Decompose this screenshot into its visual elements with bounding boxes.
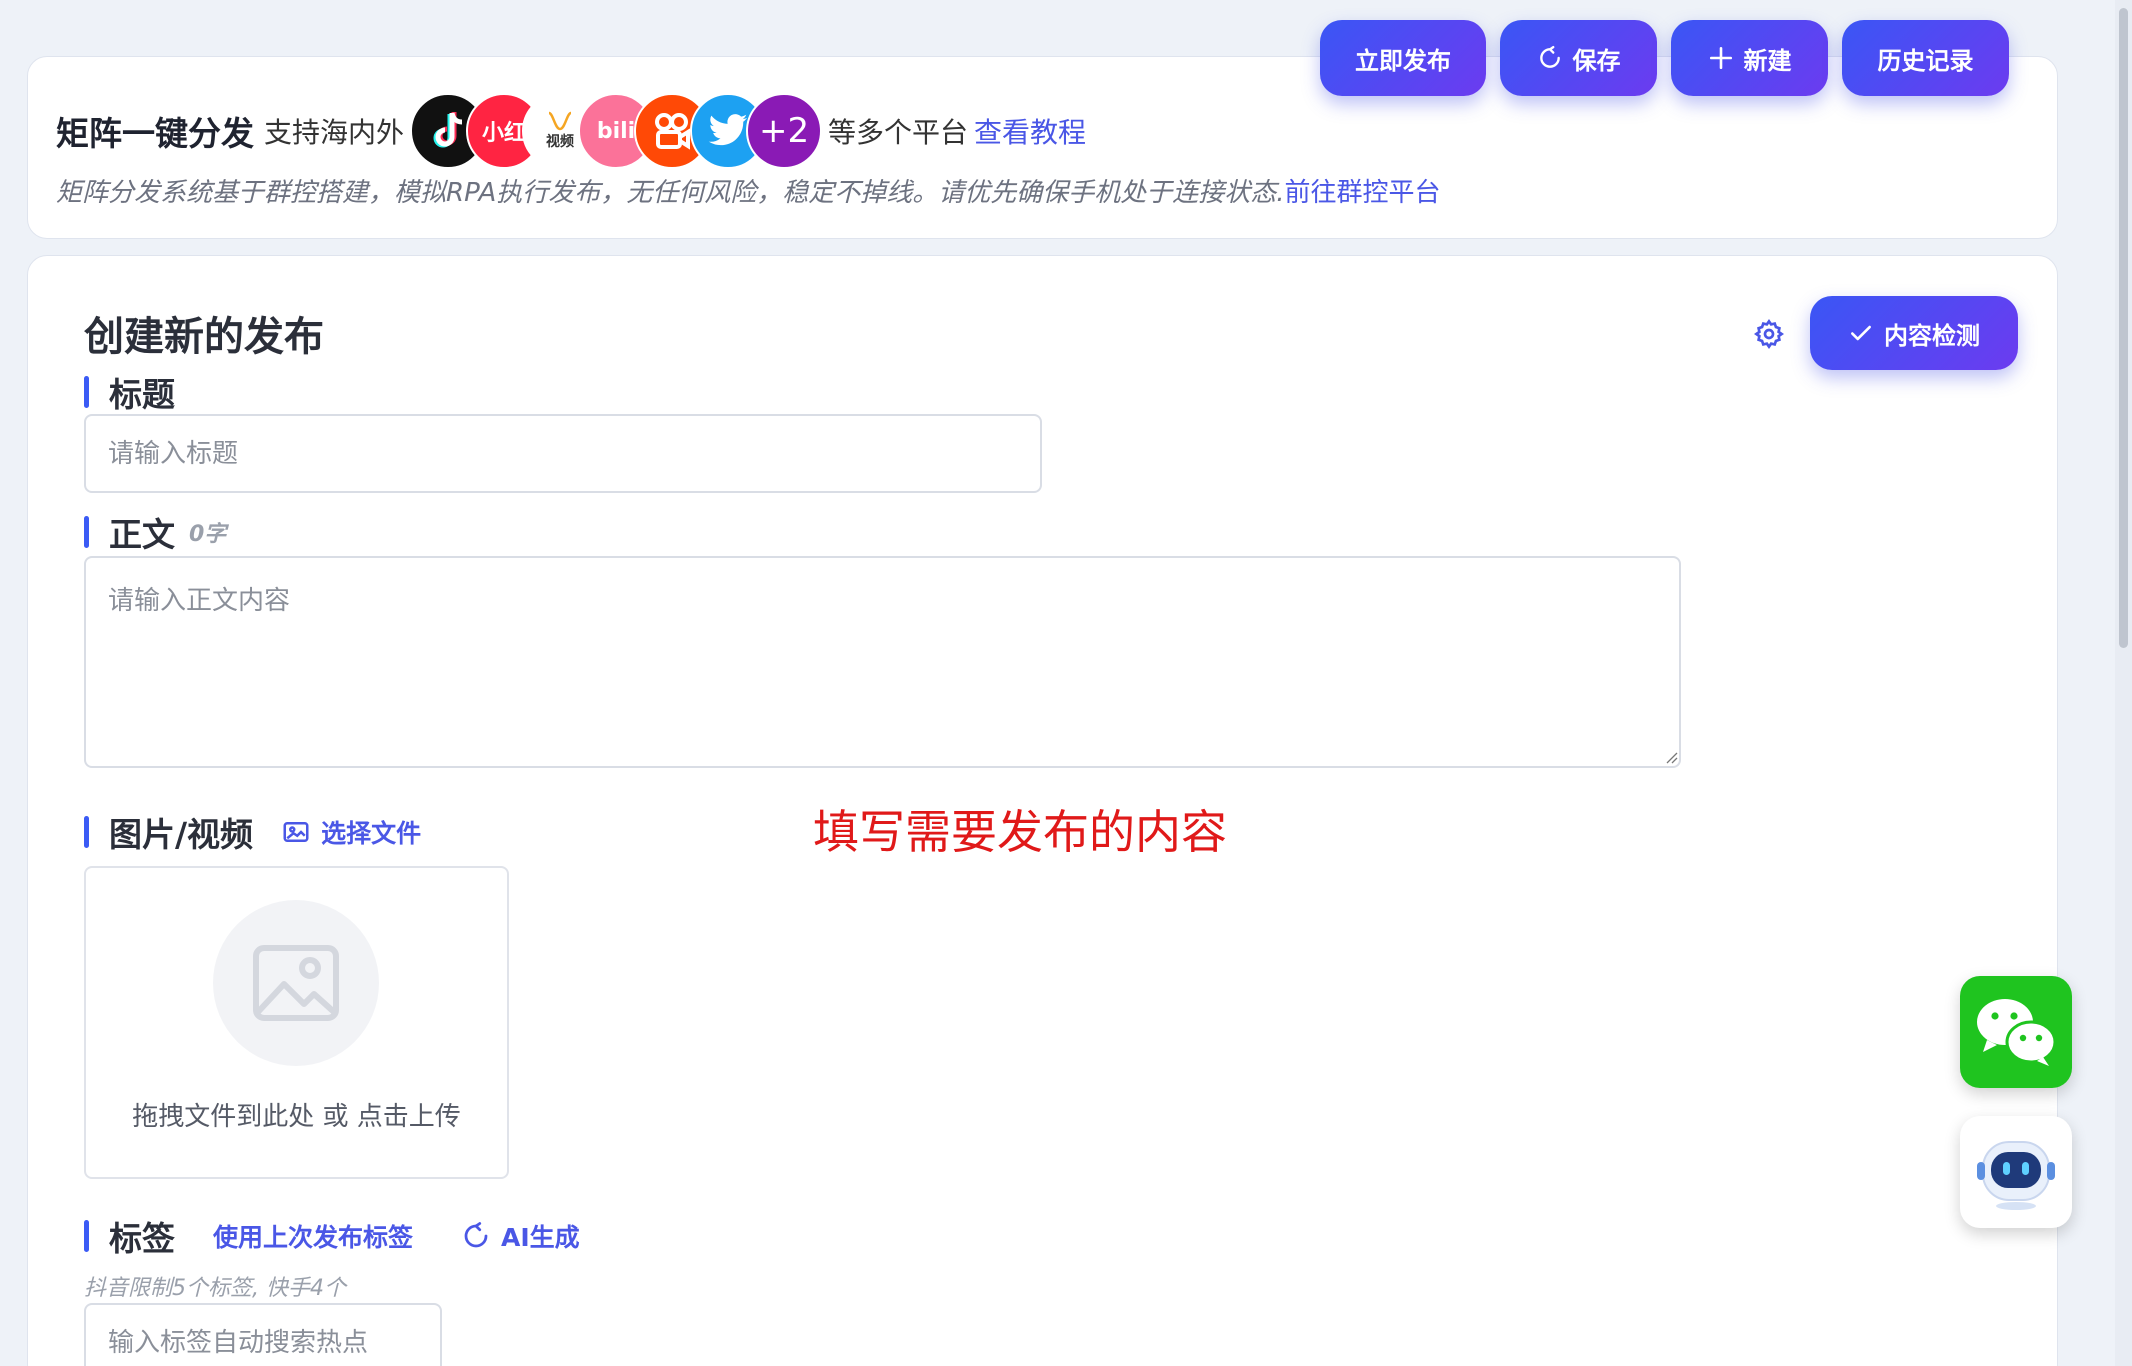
content-check-label: 内容检测 <box>1884 321 1980 350</box>
new-label: 新建 <box>1743 46 1792 75</box>
bilibili-label: bili <box>596 118 636 144</box>
page-scrollbar[interactable] <box>2115 0 2132 1366</box>
title-label: 标题 <box>109 375 175 414</box>
section-marker <box>84 516 89 548</box>
group-control-link[interactable]: 前往群控平台 <box>1285 178 1441 208</box>
select-file-label: 选择文件 <box>321 819 422 848</box>
title-input[interactable] <box>84 414 1042 493</box>
platform-icons: 小红 视频 bili +2 <box>410 93 823 169</box>
tags-input[interactable] <box>84 1303 442 1366</box>
upload-dropzone[interactable]: 拖拽文件到此处 或 点击上传 <box>84 866 509 1179</box>
channels-label: 视频 <box>546 134 575 150</box>
top-action-bar: 立即发布 保存 新建 历史记录 <box>1320 20 2009 96</box>
body-char-count: 0字 <box>189 522 227 547</box>
body-textarea[interactable] <box>84 556 1681 768</box>
annotation-text: 填写需要发布的内容 <box>813 805 1227 859</box>
robot-icon <box>1977 1141 2055 1210</box>
section-marker <box>84 816 89 848</box>
intro-description-text: 矩阵分发系统基于群控搭建，模拟RPA执行发布，无任何风险，稳定不掉线。请优先确保… <box>56 178 1285 208</box>
body-section-label: 正文 0字 <box>84 508 226 556</box>
upload-hint: 拖拽文件到此处 或 点击上传 <box>132 1102 461 1132</box>
check-icon <box>1851 325 1871 341</box>
save-label: 保存 <box>1572 46 1621 75</box>
support-prefix: 支持海内外 <box>264 116 405 149</box>
history-label: 历史记录 <box>1877 46 1974 75</box>
image-icon <box>283 822 309 842</box>
ai-generate-label: AI生成 <box>501 1223 580 1252</box>
wechat-icon <box>1977 999 2057 1066</box>
wechat-button[interactable] <box>1960 976 2072 1088</box>
history-button[interactable]: 历史记录 <box>1842 20 2009 96</box>
media-section-label: 图片/视频 选择文件 <box>84 808 421 856</box>
gear-icon[interactable] <box>1753 318 1785 350</box>
intro-line: 矩阵一键分发 支持海内外 小红 视频 bili +2 等多个平台 查看教程 <box>56 91 1086 171</box>
title-section-label: 标题 <box>84 368 175 416</box>
publish-now-label: 立即发布 <box>1355 46 1451 75</box>
publish-now-button[interactable]: 立即发布 <box>1320 20 1486 96</box>
more-platforms-label: +2 <box>758 111 810 151</box>
plus-icon <box>1709 46 1732 70</box>
more-platforms-badge: +2 <box>746 93 823 169</box>
tags-label: 标签 <box>109 1219 175 1258</box>
intro-title: 矩阵一键分发 <box>56 114 254 153</box>
assistant-bot-button[interactable] <box>1960 1116 2072 1228</box>
refresh-icon <box>1539 45 1560 68</box>
body-label: 正文 <box>109 515 175 554</box>
intro-description: 矩阵分发系统基于群控搭建，模拟RPA执行发布，无任何风险，稳定不掉线。请优先确保… <box>56 172 1441 209</box>
image-placeholder-icon <box>253 945 339 1021</box>
xiaohongshu-label: 小红 <box>482 121 527 146</box>
tags-section-label: 标签 使用上次发布标签 AI生成 <box>84 1212 580 1260</box>
section-marker <box>84 1220 89 1252</box>
scrollbar-thumb[interactable] <box>2119 8 2128 648</box>
ai-generate-button[interactable]: AI生成 <box>461 1218 580 1254</box>
use-last-tags-button[interactable]: 使用上次发布标签 <box>213 1218 413 1254</box>
media-label: 图片/视频 <box>109 815 254 854</box>
use-last-tags-label: 使用上次发布标签 <box>213 1223 414 1252</box>
upload-placeholder <box>213 900 379 1066</box>
new-button[interactable]: 新建 <box>1671 20 1828 96</box>
save-button[interactable]: 保存 <box>1500 20 1657 96</box>
section-marker <box>84 376 89 408</box>
content-check-button[interactable]: 内容检测 <box>1810 296 2018 370</box>
form-title: 创建新的发布 <box>84 314 324 360</box>
resize-handle-icon[interactable] <box>1664 750 1678 764</box>
tags-hint: 抖音限制5个标签, 快手4个 <box>84 1276 346 1301</box>
support-suffix: 等多个平台 <box>828 116 969 149</box>
refresh-icon <box>464 1222 488 1248</box>
publish-form-card: 创建新的发布 内容检测 标题 正文 0字 图片/视频 选择文件 填写需要发布的内… <box>27 255 2058 1366</box>
tutorial-link[interactable]: 查看教程 <box>974 111 1086 151</box>
select-file-button[interactable]: 选择文件 <box>281 814 421 850</box>
